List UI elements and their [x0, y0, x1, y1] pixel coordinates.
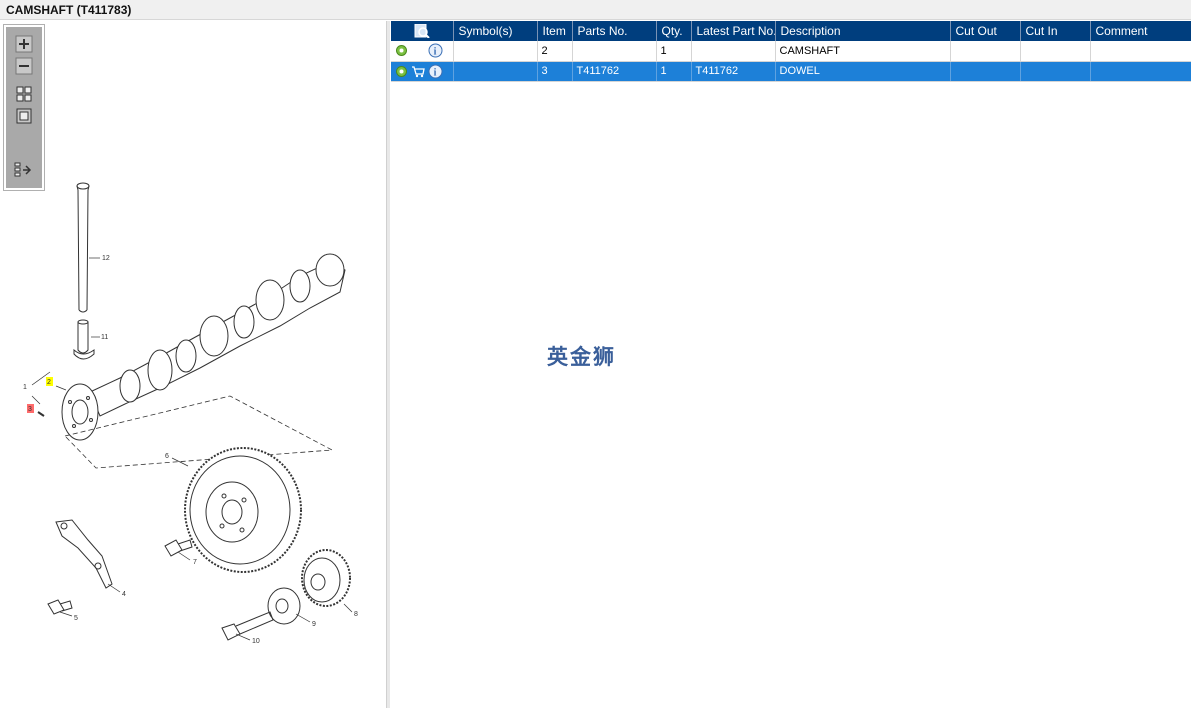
parts-table: Symbol(s) Item Parts No. Qty. Latest Par…: [391, 21, 1191, 82]
column-header-symbols[interactable]: Symbol(s): [453, 21, 538, 41]
table-header-row: Symbol(s) Item Parts No. Qty. Latest Par…: [391, 21, 1191, 41]
list-arrow-icon: [14, 162, 32, 177]
column-header-latest-part-no[interactable]: Latest Part No.: [691, 21, 776, 41]
cell-cut-in: [1020, 41, 1091, 62]
cell-qty: 1: [656, 61, 692, 82]
callout-9: 9: [312, 621, 316, 628]
column-header-parts-no[interactable]: Parts No.: [572, 21, 657, 41]
column-header-description[interactable]: Description: [775, 21, 951, 41]
column-header-cut-in[interactable]: Cut In: [1020, 21, 1091, 41]
zoom-in-button[interactable]: [14, 35, 34, 53]
info-icon[interactable]: i: [428, 43, 443, 58]
callout-11: 11: [101, 334, 108, 341]
grid-icon: [16, 86, 32, 102]
gear-icon[interactable]: [395, 44, 408, 57]
cell-comment: [1090, 61, 1191, 82]
cell-symbols: [453, 61, 538, 82]
gear-icon[interactable]: [395, 65, 408, 78]
window-title: CAMSHAFT (T411783): [6, 3, 132, 17]
callout-8: 8: [354, 611, 358, 618]
callout-2: 2: [47, 379, 51, 386]
camshaft-diagram[interactable]: 12 11 1 2 3 6 7 4 5 8 9 10: [0, 21, 387, 708]
window-titlebar: CAMSHAFT (T411783): [0, 0, 1191, 20]
fit-all-button[interactable]: [14, 85, 34, 103]
cell-item: 2: [537, 41, 573, 62]
callout-12: 12: [102, 255, 110, 262]
column-header-qty[interactable]: Qty.: [656, 21, 692, 41]
row-icons: i: [391, 61, 454, 82]
export-button[interactable]: [14, 161, 34, 179]
column-header-cut-out[interactable]: Cut Out: [950, 21, 1021, 41]
callout-1: 1: [23, 384, 27, 391]
row-icons: i: [391, 41, 454, 62]
callout-6: 6: [165, 453, 169, 460]
cell-qty: 1: [656, 41, 692, 62]
table-row[interactable]: i 2 1 CAMSHAFT: [391, 41, 1191, 62]
column-header-comment[interactable]: Comment: [1090, 21, 1191, 41]
watermark-text: 英金狮: [547, 345, 616, 369]
parts-list-pane: Symbol(s) Item Parts No. Qty. Latest Par…: [390, 21, 1191, 708]
svg-text:i: i: [434, 47, 437, 58]
callout-4: 4: [122, 591, 126, 598]
callout-3: 3: [28, 406, 32, 413]
minus-icon: [15, 57, 33, 75]
callout-7: 7: [193, 559, 197, 566]
cell-symbols: [453, 41, 538, 62]
cell-item: 3: [537, 61, 573, 82]
cell-cut-in: [1020, 61, 1091, 82]
svg-text:i: i: [434, 67, 437, 78]
info-icon[interactable]: i: [428, 64, 443, 79]
square-icon: [16, 108, 32, 124]
table-row[interactable]: i 3 T411762 1 T411762 DOWEL: [391, 61, 1191, 82]
cart-icon[interactable]: [411, 65, 425, 78]
cell-cut-out: [950, 41, 1021, 62]
illustration-pane[interactable]: 12 11 1 2 3 6 7 4 5 8 9 10: [0, 21, 387, 708]
search-document-icon: [414, 23, 430, 40]
column-header-item[interactable]: Item: [537, 21, 573, 41]
cell-description: DOWEL: [775, 61, 951, 82]
plus-icon: [15, 35, 33, 53]
cell-latest-part-no: [691, 41, 776, 62]
cell-latest-part-no: T411762: [691, 61, 776, 82]
viewer-toolbar: [3, 24, 45, 191]
cell-comment: [1090, 41, 1191, 62]
callout-5: 5: [74, 615, 78, 622]
column-header-icons[interactable]: [391, 21, 454, 41]
zoom-out-button[interactable]: [14, 57, 34, 75]
actual-size-button[interactable]: [14, 107, 34, 125]
cell-parts-no: T411762: [572, 61, 657, 82]
cell-description: CAMSHAFT: [775, 41, 951, 62]
callout-10: 10: [252, 638, 260, 645]
cell-cut-out: [950, 61, 1021, 82]
cell-parts-no: [572, 41, 657, 62]
